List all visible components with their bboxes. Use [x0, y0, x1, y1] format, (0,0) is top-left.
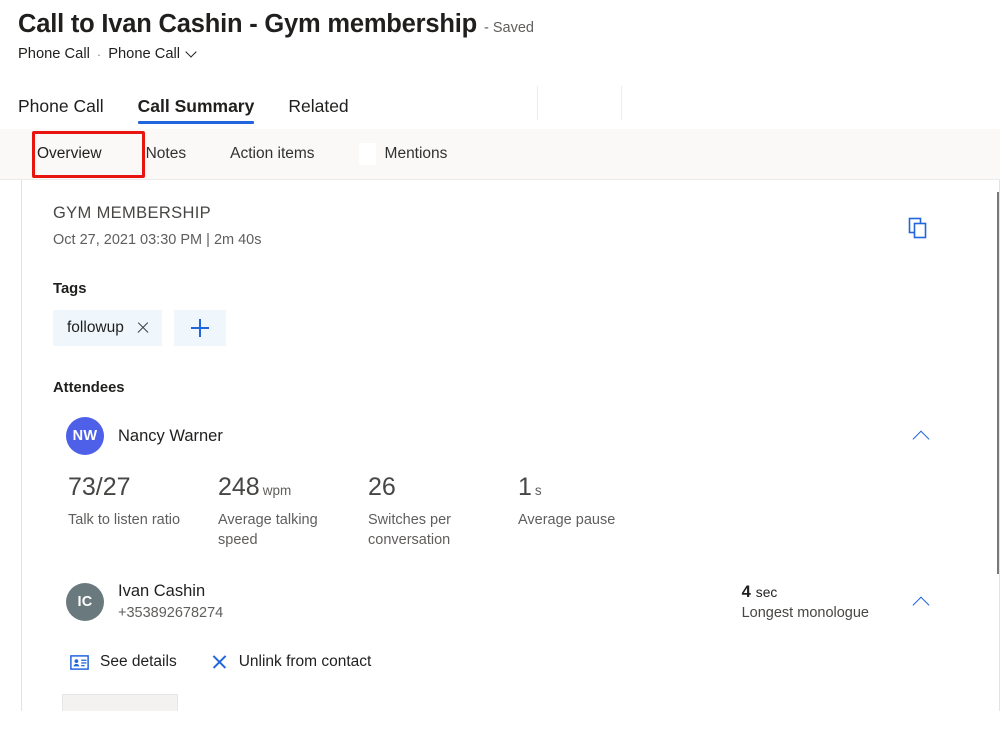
ghost-divider-2	[621, 86, 622, 120]
overview-content: GYM MEMBERSHIP Oct 27, 2021 03:30 PM | 2…	[22, 180, 999, 671]
see-details-label: See details	[100, 653, 177, 671]
attendee-stats: 73/27 Talk to listen ratio 248 wpm Avera…	[53, 473, 969, 550]
tags-section: Tags followup	[53, 281, 969, 346]
unlink-from-contact-label: Unlink from contact	[239, 653, 372, 671]
stat-label: Talk to listen ratio	[68, 511, 196, 531]
page-header: Call to Ivan Cashin - Gym membership - S…	[0, 0, 1000, 62]
missing-image-placeholder-icon	[359, 143, 376, 165]
subtab-mentions-label: Mentions	[385, 145, 448, 163]
attendee-row[interactable]: IC Ivan Cashin +353892678274 4 sec Longe…	[53, 582, 969, 621]
close-icon	[211, 654, 228, 671]
attendee-name: Ivan Cashin	[118, 582, 223, 601]
avatar: NW	[66, 417, 104, 455]
stat-unit: sec	[756, 585, 777, 600]
subtab-overview-label: Overview	[37, 145, 102, 163]
stat-label: Average talking speed	[218, 511, 346, 550]
attendee-row[interactable]: NW Nancy Warner	[53, 417, 969, 455]
stat-value: 73/27	[68, 473, 131, 502]
subtab-action-items-label: Action items	[230, 145, 314, 163]
call-summary-panel: GYM MEMBERSHIP Oct 27, 2021 03:30 PM | 2…	[21, 180, 1000, 711]
chevron-down-icon	[187, 48, 196, 57]
attendees-section-title: Attendees	[53, 380, 969, 396]
stat-value-group: 26	[368, 473, 518, 502]
subtab-mentions[interactable]: Mentions	[359, 136, 448, 172]
stat-label: Switches per conversation	[368, 511, 496, 550]
copy-icon[interactable]	[901, 211, 935, 245]
stat-label: Longest monologue	[742, 605, 869, 621]
tag-chip-label: followup	[67, 319, 124, 337]
stat-unit: s	[535, 483, 542, 498]
form-selector-label: Phone Call	[108, 46, 180, 62]
tab-related-label: Related	[288, 96, 348, 116]
stat-value: 248	[218, 473, 260, 502]
form-selector[interactable]: Phone Call	[108, 46, 196, 62]
partial-footer-button[interactable]	[62, 694, 178, 711]
stat-label: Average pause	[518, 511, 646, 531]
ghost-divider-1	[537, 86, 538, 120]
breadcrumb-entity-type: Phone Call	[18, 46, 90, 62]
attendee-name: Nancy Warner	[118, 427, 223, 446]
subtab-notes[interactable]: Notes	[146, 138, 187, 170]
stat-average-pause: 1 s Average pause	[518, 473, 668, 550]
see-details-button[interactable]: See details	[70, 653, 177, 671]
stat-talk-to-listen-ratio: 73/27 Talk to listen ratio	[68, 473, 218, 550]
subtab-notes-label: Notes	[146, 145, 187, 163]
stat-value: 26	[368, 473, 396, 502]
subtab-overview[interactable]: Overview	[37, 138, 102, 170]
avatar: IC	[66, 583, 104, 621]
tab-call-summary-label: Call Summary	[138, 96, 255, 116]
attendee-actions: See details Unlink from contact	[53, 653, 969, 671]
tab-call-summary[interactable]: Call Summary	[121, 96, 272, 126]
unlink-from-contact-button[interactable]: Unlink from contact	[211, 653, 372, 671]
tags-row: followup	[53, 310, 969, 346]
stat-value-group: 248 wpm	[218, 473, 368, 502]
stat-average-talking-speed: 248 wpm Average talking speed	[218, 473, 368, 550]
stat-unit: wpm	[263, 483, 292, 498]
avatar-initials: NW	[73, 428, 98, 444]
attendee-identity: Ivan Cashin +353892678274	[118, 582, 223, 621]
stat-value: 1	[518, 473, 532, 502]
save-status: - Saved	[484, 20, 534, 36]
stat-value: 4	[742, 583, 751, 602]
attendee-phone: +353892678274	[118, 605, 223, 621]
tag-chip[interactable]: followup	[53, 310, 162, 346]
title-row: Call to Ivan Cashin - Gym membership - S…	[18, 10, 1000, 39]
avatar-initials: IC	[77, 594, 92, 610]
summary-header: GYM MEMBERSHIP Oct 27, 2021 03:30 PM | 2…	[53, 204, 969, 248]
stat-value-group: 1 s	[518, 473, 668, 502]
attendees-section: Attendees NW Nancy Warner 73/27 Talk to …	[53, 380, 969, 671]
breadcrumb-separator: ·	[97, 47, 101, 62]
chevron-up-icon[interactable]	[911, 425, 933, 447]
close-icon[interactable]	[136, 321, 150, 335]
summary-meta: Oct 27, 2021 03:30 PM | 2m 40s	[53, 232, 262, 248]
primary-tab-bar: Phone Call Call Summary Related	[0, 86, 1000, 126]
add-tag-button[interactable]	[174, 310, 226, 346]
stat-value-group: 4 sec	[742, 583, 869, 602]
page-title: Call to Ivan Cashin - Gym membership	[18, 10, 477, 39]
tab-phone-call[interactable]: Phone Call	[18, 96, 121, 126]
summary-header-text: GYM MEMBERSHIP Oct 27, 2021 03:30 PM | 2…	[53, 204, 262, 248]
sub-tab-bar: Overview Notes Action items Mentions	[0, 129, 1000, 180]
stat-longest-monologue: 4 sec Longest monologue	[742, 583, 869, 621]
subtab-action-items[interactable]: Action items	[230, 138, 314, 170]
tab-related[interactable]: Related	[271, 96, 365, 126]
panel-scrollbar-thumb[interactable]	[997, 192, 999, 574]
tab-phone-call-label: Phone Call	[18, 96, 104, 116]
breadcrumb: Phone Call · Phone Call	[18, 46, 1000, 62]
panel-scrollbar[interactable]	[990, 180, 999, 711]
stat-value-group: 73/27	[68, 473, 218, 502]
tags-section-title: Tags	[53, 281, 969, 297]
chevron-up-icon[interactable]	[911, 591, 933, 613]
contact-card-icon	[70, 655, 89, 670]
summary-topic: GYM MEMBERSHIP	[53, 204, 262, 223]
stat-switches-per-conversation: 26 Switches per conversation	[368, 473, 518, 550]
